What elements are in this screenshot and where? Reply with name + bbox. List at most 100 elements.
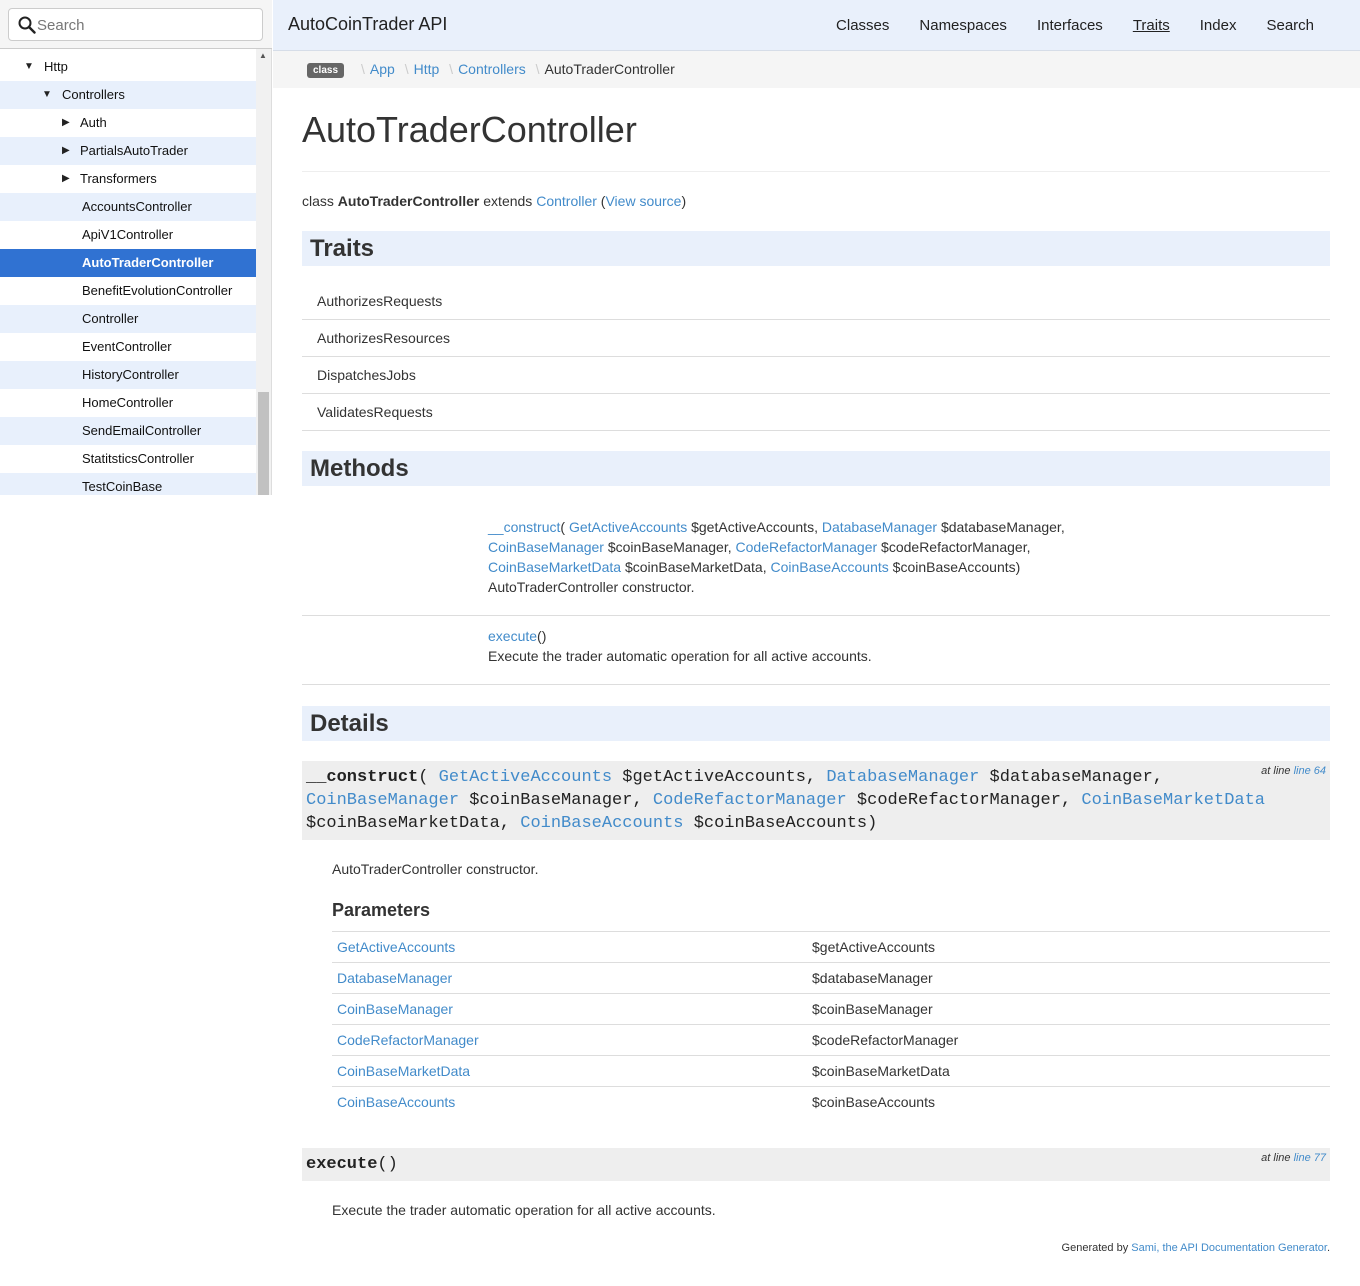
view-source-link[interactable]: View source <box>605 193 681 209</box>
param-name: $coinBaseManager <box>469 791 633 810</box>
breadcrumb-separator: \ <box>404 61 409 77</box>
nav-links: Classes Namespaces Interfaces Traits Ind… <box>836 17 1314 34</box>
collapse-right-icon[interactable]: ▶ <box>62 165 70 193</box>
sidebar-scrollbar[interactable]: ▲ <box>256 49 271 495</box>
nav-link-traits[interactable]: Traits <box>1133 17 1170 34</box>
tree-item-label: Http <box>44 59 68 74</box>
breadcrumb-controllers[interactable]: Controllers <box>458 61 526 77</box>
scroll-up-icon[interactable]: ▲ <box>259 51 267 60</box>
search-input[interactable] <box>37 14 257 36</box>
scrollbar-thumb[interactable] <box>258 392 269 495</box>
class-name: AutoTraderController <box>337 193 480 209</box>
expand-down-icon[interactable]: ▼ <box>42 81 52 109</box>
tree-item[interactable]: HistoryController <box>0 361 256 389</box>
param-type-link[interactable]: GetActiveAccounts <box>569 519 687 535</box>
expand-down-icon[interactable]: ▼ <box>24 53 34 81</box>
param-name-cell: $databaseManager <box>807 962 1330 994</box>
footer-suffix: . <box>1326 1242 1330 1254</box>
param-type-link[interactable]: CoinBaseAccounts <box>520 814 683 833</box>
param-name: $coinBaseMarketData <box>306 814 500 833</box>
param-type-link[interactable]: CoinBaseAccounts <box>337 1094 455 1110</box>
param-type-cell: DatabaseManager <box>332 962 807 994</box>
param-type-link[interactable]: GetActiveAccounts <box>337 939 455 955</box>
nav-link-index[interactable]: Index <box>1200 17 1237 34</box>
footer-prefix: Generated by <box>1061 1242 1129 1254</box>
tree-item-label: Controllers <box>62 87 125 102</box>
brand-title[interactable]: AutoCoinTrader API <box>288 14 447 35</box>
param-type-link[interactable]: CoinBaseManager <box>337 1001 453 1017</box>
tree-item[interactable]: AccountsController <box>0 193 256 221</box>
tree-item[interactable]: StatitsticsController <box>0 445 256 473</box>
param-type-link[interactable]: CoinBaseMarketData <box>1081 791 1265 810</box>
breadcrumb-app[interactable]: App <box>370 61 395 77</box>
trait-item: AuthorizesResources <box>302 320 1330 357</box>
param-type-link[interactable]: CoinBaseMarketData <box>488 559 621 575</box>
param-type-link[interactable]: CodeRefactorManager <box>337 1032 479 1048</box>
method-description: AutoTraderController constructor. <box>488 579 695 595</box>
namespace-tree: ▼ Http ▼ Controllers ▶ Auth ▶ PartialsAutoTrade… <box>0 53 256 495</box>
param-type-link[interactable]: GetActiveAccounts <box>439 768 612 787</box>
param-type-link[interactable]: CoinBaseAccounts <box>770 559 888 575</box>
param-name-cell: $coinBaseManager <box>807 993 1330 1025</box>
tree-item-label: Controller <box>82 311 139 326</box>
table-row: DatabaseManager $databaseManager <box>332 962 1330 994</box>
source-line-link[interactable]: line 64 <box>1294 765 1326 777</box>
tree-item[interactable]: BenefitEvolutionController <box>0 277 256 305</box>
tree-item[interactable]: ▼ Http <box>0 53 256 81</box>
tree-item[interactable]: AutoTraderController <box>0 249 256 277</box>
tree-item[interactable]: ▶ Auth <box>0 109 256 137</box>
methods-list: __construct( GetActiveAccounts $getActiv… <box>302 501 1330 685</box>
tree-item[interactable]: Controller <box>0 305 256 333</box>
construct-method-link[interactable]: __construct <box>488 519 560 535</box>
methods-heading: Methods <box>302 451 1330 486</box>
page-title: AutoTraderController <box>302 109 1330 172</box>
tree-item-label: ApiV1Controller <box>82 227 174 242</box>
tree-item-label: HistoryController <box>82 367 179 382</box>
param-type-link[interactable]: CoinBaseManager <box>306 791 459 810</box>
tree-item-label: AutoTraderController <box>82 255 214 270</box>
param-name: $coinBaseMarketData <box>624 559 763 575</box>
tree-item[interactable]: TestCoinBase <box>0 473 256 495</box>
table-row: CoinBaseAccounts $coinBaseAccounts <box>332 1086 1330 1118</box>
param-type-link[interactable]: CodeRefactorManager <box>736 539 878 555</box>
tree-item[interactable]: HomeController <box>0 389 256 417</box>
search-field[interactable] <box>8 8 263 41</box>
tree-item[interactable]: ▶ Transformers <box>0 165 256 193</box>
line-reference: at line line 64 <box>1261 764 1326 778</box>
method-description: Execute the trader automatic operation f… <box>488 648 872 664</box>
param-type-link[interactable]: DatabaseManager <box>337 970 452 986</box>
tree-item-label: Auth <box>80 115 107 130</box>
execute-method-link[interactable]: execute <box>488 628 537 644</box>
generator-link[interactable]: Sami, the API Documentation Generator <box>1131 1242 1327 1254</box>
sidebar: ▼ Http ▼ Controllers ▶ Auth ▶ PartialsAutoTrade… <box>0 0 272 495</box>
at-line-label: at line <box>1261 1151 1291 1164</box>
parent-class-link[interactable]: Controller <box>536 193 597 209</box>
breadcrumb-http[interactable]: Http <box>414 61 440 77</box>
param-type-link[interactable]: CodeRefactorManager <box>653 791 847 810</box>
tree-item-label: AccountsController <box>82 199 192 214</box>
traits-list: AuthorizesRequests AuthorizesResources D… <box>302 283 1330 431</box>
tree-item[interactable]: EventController <box>0 333 256 361</box>
param-type-link[interactable]: DatabaseManager <box>822 519 937 535</box>
tree-item[interactable]: ▼ Controllers <box>0 81 256 109</box>
nav-link-search[interactable]: Search <box>1266 17 1314 34</box>
source-line-link[interactable]: line 77 <box>1294 1152 1326 1164</box>
param-type-link[interactable]: DatabaseManager <box>826 768 979 787</box>
collapse-right-icon[interactable]: ▶ <box>62 137 70 165</box>
tree-item[interactable]: SendEmailController <box>0 417 256 445</box>
tree-item[interactable]: ApiV1Controller <box>0 221 256 249</box>
nav-link-namespaces[interactable]: Namespaces <box>919 17 1007 34</box>
nav-link-interfaces[interactable]: Interfaces <box>1037 17 1103 34</box>
param-type-link[interactable]: CoinBaseManager <box>488 539 604 555</box>
table-row: CoinBaseMarketData $coinBaseMarketData <box>332 1055 1330 1087</box>
param-type-link[interactable]: CoinBaseMarketData <box>337 1063 470 1079</box>
class-badge: class <box>307 63 345 78</box>
collapse-right-icon[interactable]: ▶ <box>62 109 70 137</box>
construct-detail-signature: at line line 64 __construct( GetActiveAc… <box>302 761 1330 840</box>
breadcrumb-separator: \ <box>449 61 454 77</box>
nav-link-classes[interactable]: Classes <box>836 17 889 34</box>
tree-item[interactable]: ▶ PartialsAutoTrader <box>0 137 256 165</box>
search-icon <box>18 16 36 34</box>
breadcrumb: class \ App \ Http \ Controllers \ AutoTrade… <box>273 51 1360 88</box>
param-name: $getActiveAccounts <box>622 768 806 787</box>
